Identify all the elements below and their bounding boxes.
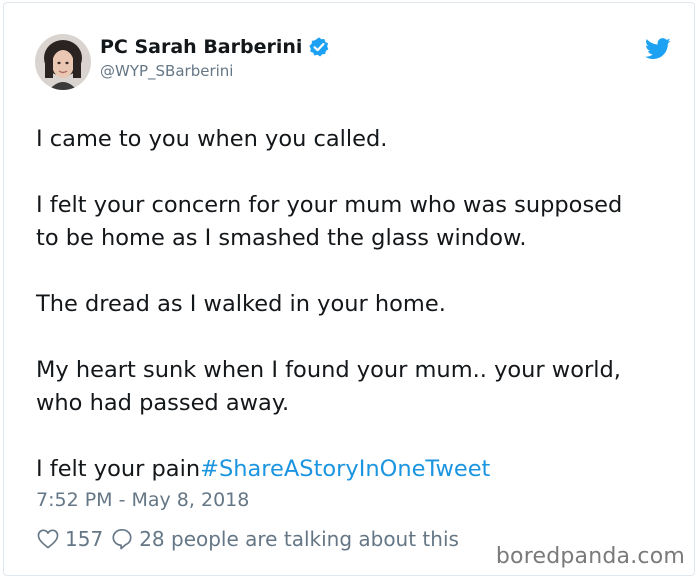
hashtag-link[interactable]: #ShareAStoryInOneTweet (200, 456, 490, 482)
tweet-line: The dread as I walked in your home. (36, 291, 446, 317)
engagement-bar: 157 28 people are talking about this (37, 527, 459, 551)
tweet-paragraph: I felt your concern for your mum who was… (36, 189, 676, 255)
like-count[interactable]: 157 (65, 527, 103, 551)
tweet-paragraph: The dread as I walked in your home. (36, 288, 676, 321)
verified-badge-icon (308, 36, 330, 58)
heart-icon[interactable] (37, 529, 59, 549)
reply-bubble-icon[interactable] (111, 528, 133, 550)
tweet-line: to be home as I smashed the glass window… (36, 225, 527, 251)
watermark-text: boredpanda.com (495, 544, 685, 569)
tweet-line: I felt your pain (36, 456, 201, 482)
avatar[interactable] (35, 34, 91, 90)
tweet-text: I came to you when you called. I felt yo… (36, 123, 676, 486)
tweet-paragraph: I felt your pain#ShareAStoryInOneTweet (36, 453, 676, 486)
tweet-timestamp[interactable]: 7:52 PM - May 8, 2018 (36, 489, 249, 511)
tweet-paragraph: My heart sunk when I found your mum.. yo… (36, 354, 676, 420)
talking-about-text[interactable]: 28 people are talking about this (139, 527, 459, 551)
tweet-line: I came to you when you called. (36, 126, 388, 152)
tweet-paragraph: I came to you when you called. (36, 123, 676, 156)
tweet-card: PC Sarah Barberini @WYP_SBarberini I cam… (3, 2, 695, 576)
profile-photo-icon (35, 34, 91, 90)
tweet-line: I felt your concern for your mum who was… (36, 192, 623, 218)
tweet-line: My heart sunk when I found your mum.. yo… (36, 357, 621, 383)
author-name-row[interactable]: PC Sarah Barberini (100, 36, 330, 58)
author-handle[interactable]: @WYP_SBarberini (100, 62, 233, 80)
twitter-bird-icon[interactable] (645, 38, 671, 60)
tweet-line: who had passed away. (36, 390, 290, 416)
author-name[interactable]: PC Sarah Barberini (100, 36, 302, 58)
